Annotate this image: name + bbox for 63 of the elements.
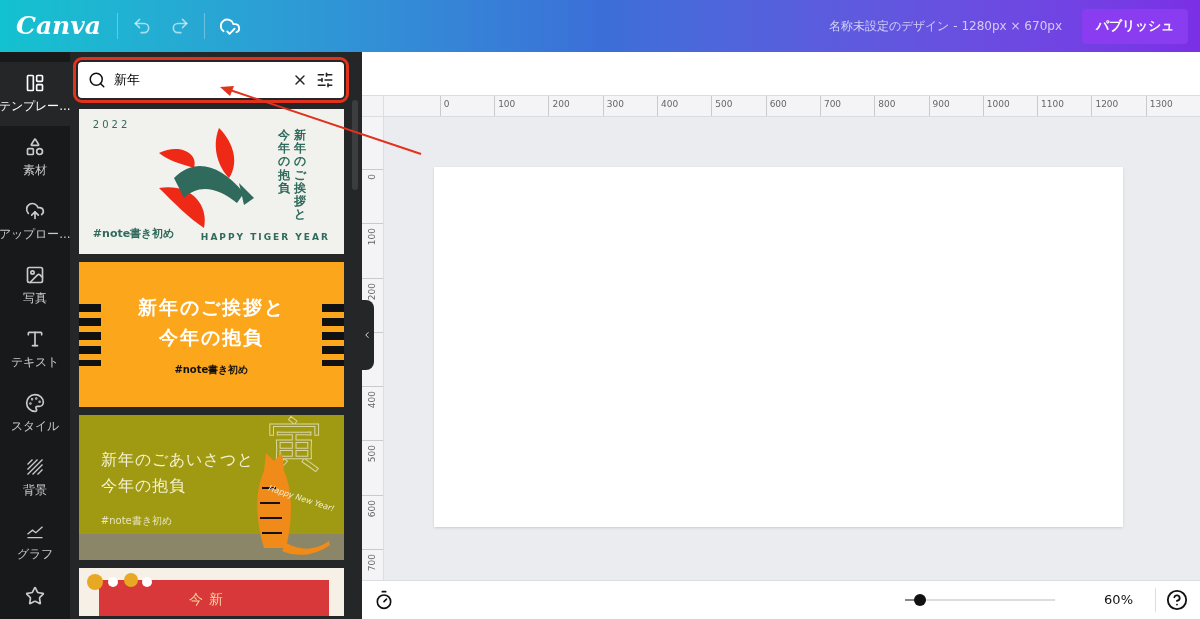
- image-icon: [24, 265, 45, 285]
- filter-icon[interactable]: [315, 71, 334, 89]
- stripes-drawing: [321, 304, 344, 366]
- hashtag-text: #note書き初め: [92, 225, 175, 242]
- year-text: 2022: [92, 118, 131, 132]
- rail-tab[interactable]: グラフ: [0, 510, 70, 574]
- scrollbar[interactable]: [351, 100, 358, 190]
- ruler-label: 700: [823, 98, 842, 111]
- hashtag-text: #note書き初め: [100, 514, 173, 528]
- rail-tab[interactable]: アップロー...: [0, 190, 70, 254]
- ruler-label: 600: [769, 98, 787, 111]
- title-column: 新: [208, 592, 223, 608]
- rail-tab[interactable]: テキスト: [0, 318, 70, 382]
- shapes-icon: [24, 137, 45, 157]
- ruler-label: 200: [552, 98, 570, 111]
- zoom-percent[interactable]: 60%: [1093, 590, 1133, 610]
- rail-tab[interactable]: テンプレー...: [0, 62, 70, 126]
- slider-thumb[interactable]: [914, 594, 926, 606]
- ruler-label: 800: [878, 98, 896, 111]
- search-icon: [87, 71, 106, 89]
- ruler-label: 0: [443, 98, 450, 111]
- ruler-label: 100: [498, 98, 516, 111]
- ruler-label: 300: [606, 98, 624, 111]
- document-title[interactable]: 名称未設定のデザイン - 1280px × 670px: [829, 17, 1062, 35]
- star-icon[interactable]: [24, 586, 45, 606]
- layout-icon: [24, 73, 45, 93]
- publish-button[interactable]: パブリッシュ: [1082, 8, 1188, 44]
- rail-tab[interactable]: 素材: [0, 126, 70, 190]
- title-column: 今: [188, 592, 203, 608]
- title-text: 新年のごあいさつと: [100, 449, 254, 471]
- ruler-label: 1100: [1041, 98, 1064, 111]
- cloud-upload-icon: [24, 201, 45, 221]
- ruler-label: 1200: [1095, 98, 1119, 111]
- title-text: 今年の抱負: [158, 325, 264, 350]
- ruler-label: 100: [365, 228, 378, 246]
- rail-tab[interactable]: 写真: [0, 254, 70, 318]
- hashtag-text: #note書き初め: [174, 363, 249, 377]
- title-text: 新年のご挨拶と: [137, 295, 285, 320]
- ruler-label: 400: [365, 391, 378, 409]
- ruler-label: 1000: [986, 98, 1010, 111]
- rail-tab[interactable]: 背景: [0, 446, 70, 510]
- template-card[interactable]: 今 新: [78, 568, 344, 616]
- title-text: 今年の抱負: [100, 475, 187, 497]
- ruler-label: 200: [365, 282, 378, 300]
- ruler-label: 1300: [1149, 98, 1173, 111]
- search-input[interactable]: 新年: [113, 70, 284, 90]
- ruler-label: 500: [365, 445, 378, 463]
- rail-tab[interactable]: スタイル: [0, 382, 70, 446]
- title-column: 新年のご挨拶と: [293, 129, 306, 222]
- template-card[interactable]: 新年のご挨拶と 今年の抱負 #note書き初め: [78, 262, 344, 407]
- footer-text: HAPPY TIGER YEAR: [200, 230, 330, 244]
- ruler-label: 600: [365, 499, 378, 517]
- ruler-label: 0: [365, 174, 378, 180]
- help-icon[interactable]: [1166, 589, 1188, 611]
- stripes-drawing: [78, 304, 101, 366]
- ruler-label: 400: [661, 98, 679, 111]
- ruler-label: 500: [715, 98, 733, 111]
- title-column: 今年の抱負: [277, 129, 290, 222]
- template-card[interactable]: 2022 今年の抱負 新年のご挨拶と #note書き初め HAPPY TIGER YEAR: [78, 109, 344, 254]
- zoom-slider[interactable]: [905, 593, 1055, 607]
- ruler-label: 900: [932, 98, 950, 111]
- palette-icon: [24, 393, 45, 413]
- ruler-label: 700: [365, 554, 378, 572]
